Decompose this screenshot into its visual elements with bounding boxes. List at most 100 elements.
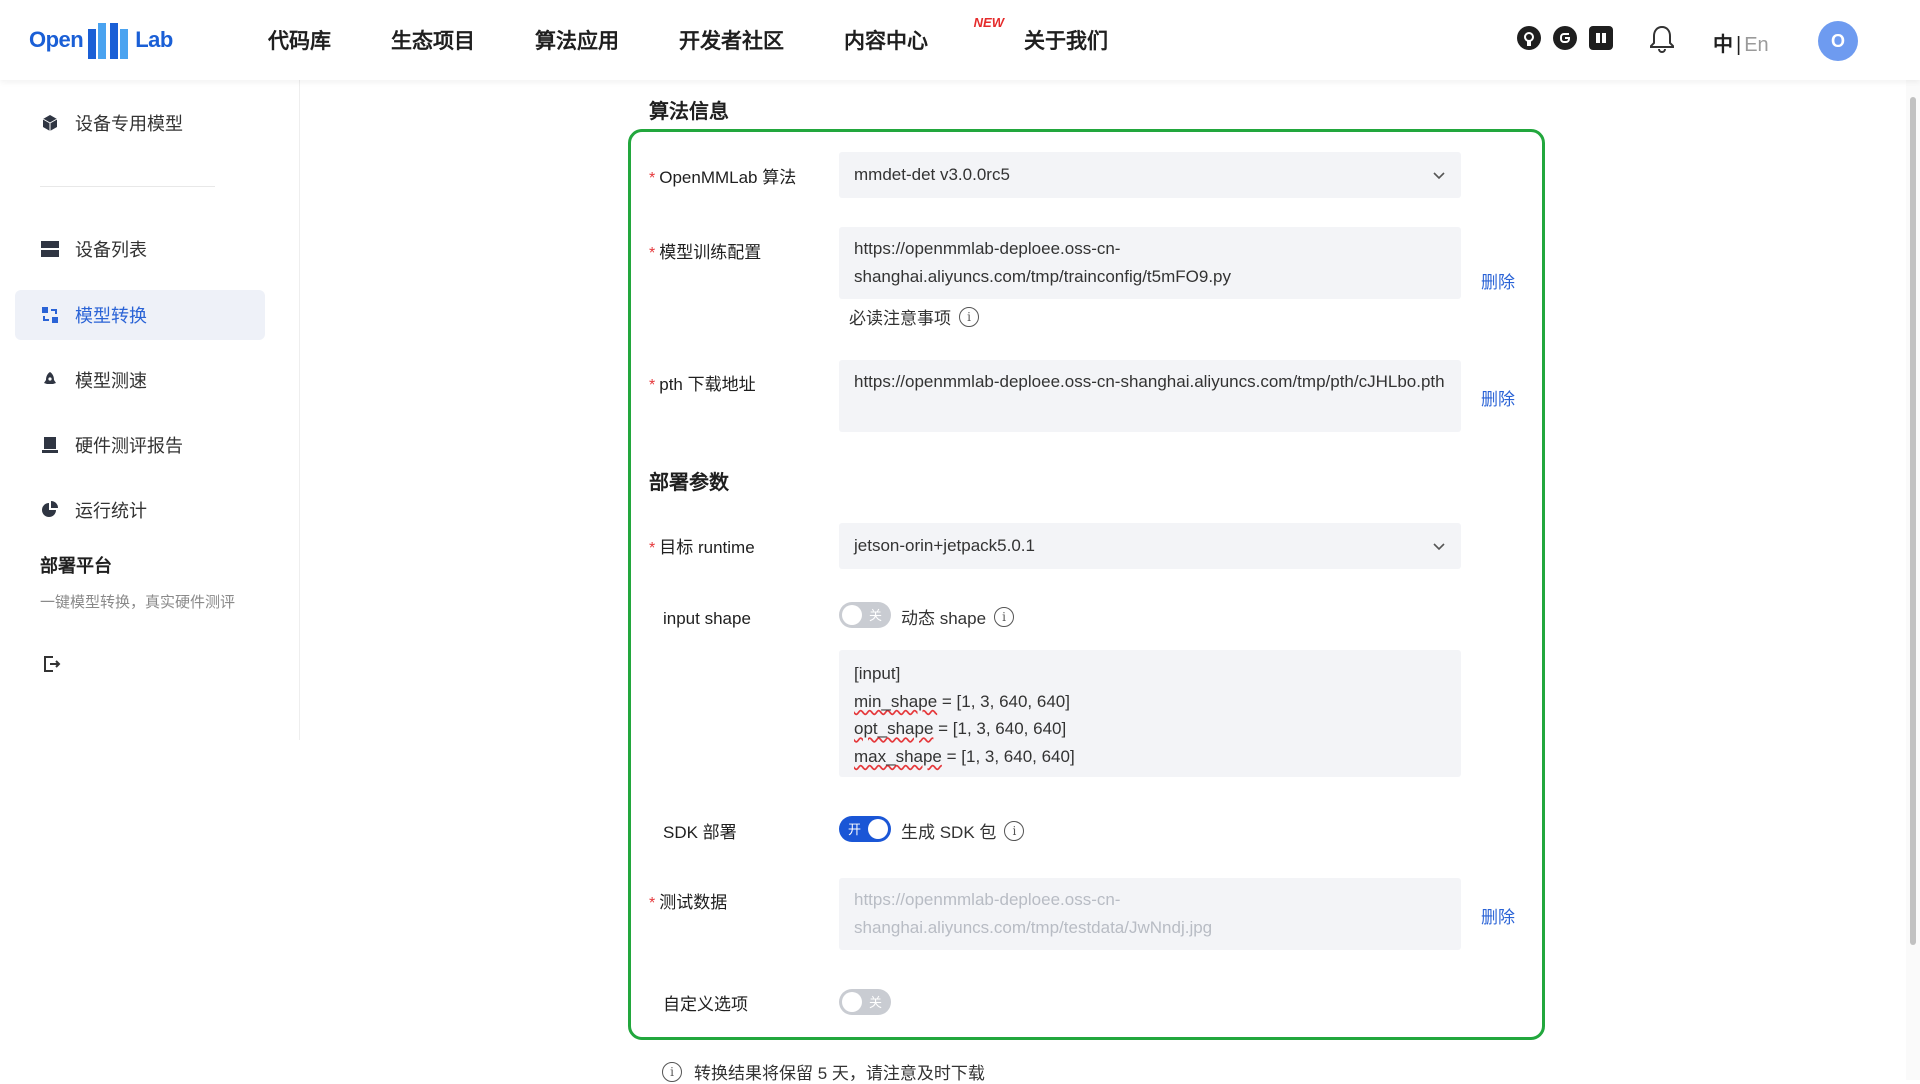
sidebar-item-run-stats[interactable]: 运行统计 <box>15 485 265 535</box>
train-config-label-text: 模型训练配置 <box>659 243 762 262</box>
sidebar-item-label: 设备列表 <box>75 240 147 260</box>
test-data-delete-link[interactable]: 删除 <box>1481 903 1515 928</box>
sidebar-item-device-list[interactable]: 设备列表 <box>15 224 265 274</box>
sidebar: 设备专用模型 设备列表 模型转换 模型测速 硬件测评报告 运行统计 部署平台 一… <box>0 80 300 740</box>
retention-notice-text: 转换结果将保留 5 天，请注意及时下载 <box>694 1064 985 1083</box>
code-value: = [1, 3, 640, 640] <box>933 719 1067 738</box>
top-header: Open Lab 代码库 生态项目 算法应用 开发者社区 内容中心 NEW 关于… <box>0 0 1920 80</box>
required-mark: * <box>649 245 656 262</box>
input-shape-label: input shape <box>663 609 751 628</box>
pth-delete-link[interactable]: 删除 <box>1481 385 1515 410</box>
github-icon[interactable] <box>1517 26 1541 50</box>
nav-developer-community[interactable]: 开发者社区 <box>679 25 784 55</box>
section-title-deploy-params: 部署参数 <box>649 472 729 494</box>
platform-title: 部署平台 <box>40 556 112 576</box>
sidebar-item-label: 硬件测评报告 <box>75 436 183 456</box>
runtime-label-text: 目标 runtime <box>659 538 755 557</box>
lang-en[interactable]: En <box>1744 34 1768 56</box>
section-title-algorithm-info: 算法信息 <box>649 101 729 123</box>
code-key: max_shape <box>854 746 942 766</box>
bilibili-icon[interactable] <box>1589 26 1613 50</box>
algo-label: * OpenMMLab 算法 <box>649 163 796 188</box>
nav-algorithm-apps[interactable]: 算法应用 <box>535 25 619 55</box>
toggle-knob <box>868 819 888 839</box>
logo-mm-mark <box>86 21 132 59</box>
dynamic-shape-toggle[interactable]: 关 <box>839 602 891 628</box>
nav-code-repo[interactable]: 代码库 <box>268 25 331 55</box>
sidebar-item-device-models[interactable]: 设备专用模型 <box>15 98 265 148</box>
info-icon[interactable]: i <box>994 606 1015 627</box>
retention-notice: i 转换结果将保留 5 天，请注意及时下载 <box>662 1059 985 1084</box>
dynamic-shape-label: 动态 shape <box>901 609 987 628</box>
required-mark: * <box>649 170 656 187</box>
chevron-down-icon <box>1433 543 1445 551</box>
conversion-icon <box>40 305 60 325</box>
required-mark: * <box>649 540 656 557</box>
toggle-state-label: 关 <box>868 608 882 623</box>
runtime-select[interactable]: jetson-orin+jetpack5.0.1 <box>839 523 1461 569</box>
nav-content-center[interactable]: 内容中心 NEW <box>844 15 1004 55</box>
dynamic-shape-text: 动态 shape i <box>901 604 1015 629</box>
code-line: [input] <box>854 664 901 683</box>
train-config-field[interactable]: https://openmmlab-deploee.oss-cn-shangha… <box>839 227 1461 299</box>
test-data-field[interactable]: https://openmmlab-deploee.oss-cn-shangha… <box>839 878 1461 950</box>
runtime-select-value: jetson-orin+jetpack5.0.1 <box>854 536 1035 555</box>
toggle-knob <box>842 605 862 625</box>
sdk-toggle[interactable]: 开 <box>839 816 891 842</box>
toggle-knob <box>842 992 862 1012</box>
sidebar-item-label: 运行统计 <box>75 501 147 521</box>
algo-label-text: OpenMMLab 算法 <box>659 168 797 187</box>
sidebar-item-model-conversion[interactable]: 模型转换 <box>15 290 265 340</box>
pie-chart-icon <box>40 500 60 520</box>
train-config-label: * 模型训练配置 <box>649 238 761 263</box>
code-line: max_shape = [1, 3, 640, 640] <box>854 743 1446 771</box>
code-line: min_shape = [1, 3, 640, 640] <box>854 688 1446 716</box>
sdk-label: SDK 部署 <box>663 823 737 842</box>
logout-icon[interactable] <box>41 654 61 674</box>
lang-separator: | <box>1736 34 1742 56</box>
sidebar-item-speed-test[interactable]: 模型测速 <box>15 355 265 405</box>
device-list-icon <box>40 239 60 259</box>
nav-content-center-label: 内容中心 <box>844 30 928 53</box>
logo-text-open: Open <box>29 27 84 52</box>
platform-subtitle: 一键模型转换，真实硬件测评 <box>40 594 236 611</box>
algo-select-value: mmdet-det v3.0.0rc5 <box>854 165 1010 184</box>
logo-text-lab: Lab <box>135 27 173 52</box>
lang-zh[interactable]: 中 <box>1713 34 1733 56</box>
nav-ecosystem[interactable]: 生态项目 <box>391 25 475 55</box>
new-badge: NEW <box>973 15 1004 30</box>
sidebar-item-hardware-report[interactable]: 硬件测评报告 <box>15 420 265 470</box>
nav-about-us[interactable]: 关于我们 <box>1024 25 1108 55</box>
custom-options-toggle[interactable]: 关 <box>839 989 891 1015</box>
train-config-delete-link[interactable]: 删除 <box>1481 268 1515 293</box>
language-switch[interactable]: 中 | En <box>1713 28 1769 57</box>
cube-icon <box>40 113 60 133</box>
info-icon[interactable]: i <box>959 306 979 327</box>
code-line: opt_shape = [1, 3, 640, 640] <box>854 715 1446 743</box>
sdk-toggle-label: 生成 SDK 包 <box>901 823 997 842</box>
rocket-icon <box>40 370 60 390</box>
bell-icon[interactable] <box>1648 24 1676 54</box>
test-data-label: * 测试数据 <box>649 888 727 913</box>
required-mark: * <box>649 895 656 912</box>
scrollbar-thumb[interactable] <box>1910 97 1916 945</box>
gitee-icon[interactable] <box>1553 26 1577 50</box>
code-value: = [1, 3, 640, 640] <box>937 691 1070 711</box>
code-key: opt_shape <box>854 719 934 738</box>
openmmlab-logo[interactable]: Open Lab <box>29 20 173 60</box>
train-config-notice[interactable]: 必读注意事项 i <box>849 304 979 329</box>
required-mark: * <box>649 377 656 394</box>
pth-url-field[interactable]: https://openmmlab-deploee.oss-cn-shangha… <box>839 360 1461 432</box>
sidebar-divider <box>40 186 215 187</box>
info-icon: i <box>662 1061 682 1082</box>
sidebar-item-label: 模型转换 <box>75 306 147 326</box>
report-icon <box>40 435 60 455</box>
notice-text: 必读注意事项 <box>849 309 951 328</box>
input-shape-editor[interactable]: [input] min_shape = [1, 3, 640, 640] opt… <box>839 650 1461 777</box>
user-avatar[interactable]: O <box>1818 21 1858 61</box>
info-icon[interactable]: i <box>1004 820 1025 841</box>
sidebar-item-label: 设备专用模型 <box>75 114 183 134</box>
code-key: min_shape <box>854 691 938 711</box>
algo-select[interactable]: mmdet-det v3.0.0rc5 <box>839 152 1461 198</box>
pth-label: * pth 下载地址 <box>649 370 756 395</box>
